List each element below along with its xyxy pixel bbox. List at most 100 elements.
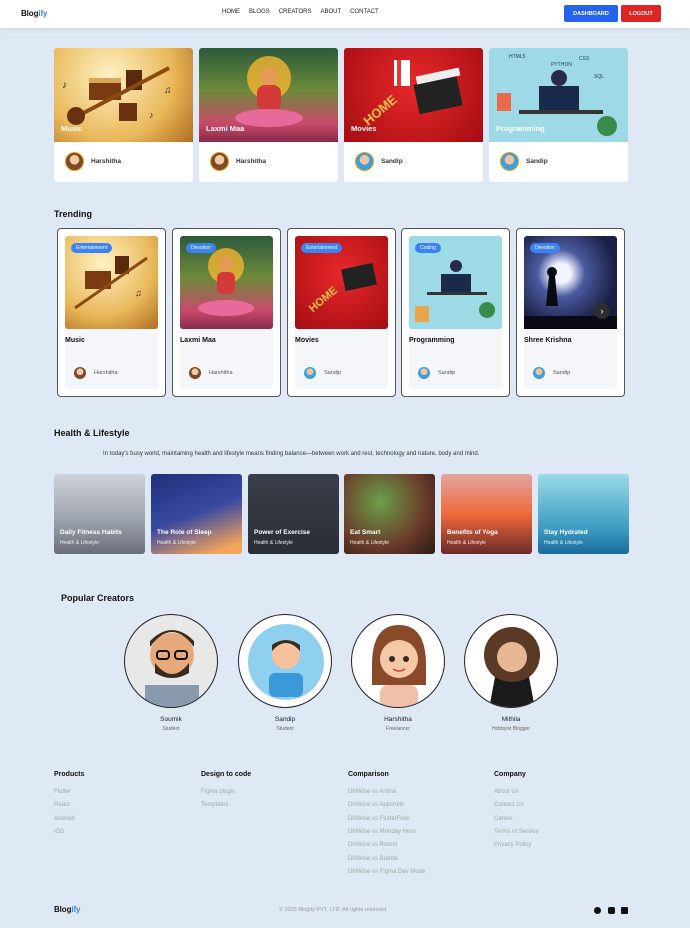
youtube-icon[interactable] [608,907,615,914]
svg-text:HOME: HOME [360,91,400,128]
footer-link[interactable]: Android [54,816,75,822]
creator-name: Sandip [274,716,296,723]
footer-link[interactable]: About Us [494,789,519,795]
footer-link[interactable]: Contact Us [494,802,524,808]
nav-blogs[interactable]: BLOGS [249,9,270,15]
author-avatar [418,367,430,379]
featured-card-movies[interactable]: HOME Movies Sandip [344,48,483,182]
footer-link[interactable]: Templates [201,802,228,808]
trending-card-body: ♫ Entertainment Music Harshitha [65,236,158,389]
footer-link[interactable]: DhiWise vs Anima [348,789,396,795]
footer-link[interactable]: Flutter [54,789,71,795]
author-name: Harshitha [209,370,233,376]
creator-role: Student [276,726,294,732]
featured-card-laxmi[interactable]: Laxmi Maa Harshitha [199,48,338,182]
footer-link[interactable]: Figma plugin [201,789,235,795]
trending-card[interactable]: Coding Programming Sandip [401,228,510,397]
trending-title: Shree Krishna [524,337,572,344]
health-card-title: The Role of Sleep [157,529,212,536]
trending-card-body: HOME Entertainment Movies Sandip [295,236,388,389]
footer-link[interactable]: DhiWise vs Monday Hero [348,829,416,835]
brand-logo[interactable]: Blogify [21,9,48,18]
health-card-subtitle: Health & Lifestyle [447,540,486,546]
footer-link[interactable]: DhiWise vs Retool [348,842,397,848]
next-arrow-icon[interactable]: › [594,303,610,319]
dashboard-button[interactable]: DASHBOARD [564,5,618,22]
svg-text:♫: ♫ [135,288,142,298]
health-card-title: Power of Exercise [254,529,310,536]
footer-link[interactable]: DhiWise vs Bubble [348,856,398,862]
featured-card-music[interactable]: ♪ ♫ ♪ Music Harshitha [54,48,193,182]
nav-contact[interactable]: CONTACT [350,9,379,15]
creator-avatar[interactable] [351,614,445,708]
health-card[interactable]: Eat Smart Health & Lifestyle [344,474,435,554]
author-avatar [74,367,86,379]
svg-text:♪: ♪ [149,110,154,120]
author-avatar [500,152,519,171]
author-name: Harshitha [94,370,118,376]
svg-text:SQL: SQL [594,74,604,80]
trending-card[interactable]: ♫ Entertainment Music Harshitha [57,228,166,397]
footer-heading-design: Design to code [201,771,252,778]
author-avatar [533,367,545,379]
creator-name: Harshitha [384,716,412,723]
nav-home[interactable]: HOME [222,9,240,15]
footer-link[interactable]: DhiWise vs Appsmith [348,802,404,808]
nav-links: HOME BLOGS CREATORS ABOUT CONTACT [222,9,379,15]
github-icon[interactable] [594,907,601,914]
footer-link[interactable]: React [54,802,70,808]
footer-link[interactable]: Privacy Policy [494,842,531,848]
category-tag: Entertainment [301,243,343,253]
trending-card[interactable]: Devotion › Shree Krishna Sandip [516,228,625,397]
creator-avatar[interactable] [464,614,558,708]
featured-card-programming[interactable]: HTML5 CSS PYTHON SQL Programming Sandip [489,48,628,182]
nav-about[interactable]: ABOUT [320,9,341,15]
svg-text:PYTHON: PYTHON [551,62,572,68]
trending-heading: Trending [54,209,92,219]
category-tag: Coding [415,243,441,253]
footer-heading-company: Company [494,771,526,778]
health-card-title: Benefits of Yoga [447,529,498,536]
featured-caption: Programming [496,124,545,133]
creator-avatar[interactable] [124,614,218,708]
footer-link[interactable]: Career [494,816,512,822]
category-tag: Entertainment [71,243,113,253]
category-tag: Devotion [186,243,216,253]
health-card-title: Eat Smart [350,529,381,536]
creator-role: Student [162,726,180,732]
svg-text:CSS: CSS [579,56,590,62]
health-card[interactable]: Stay Hydrated Health & Lifestyle [538,474,629,554]
footer-link[interactable]: DhiWise vs Figma Dev Mode [348,869,425,875]
trending-card[interactable]: Devotion Laxmi Maa Harshitha [172,228,281,397]
svg-text:HOME: HOME [307,285,340,315]
footer-logo[interactable]: Blogify [54,905,81,914]
creator-role: Freelancer [386,726,410,732]
trending-card[interactable]: HOME Entertainment Movies Sandip [287,228,396,397]
footer-heading-products: Products [54,771,85,778]
health-card-subtitle: Health & Lifestyle [254,540,293,546]
linkedin-icon[interactable] [621,907,628,914]
footer-link[interactable]: iOS [54,829,64,835]
copyright: © 2025 Blogify PVT. LTD. All rights rese… [279,907,387,913]
featured-caption: Movies [351,124,377,133]
health-card[interactable]: The Role of Sleep Health & Lifestyle [151,474,242,554]
health-card[interactable]: Benefits of Yoga Health & Lifestyle [441,474,532,554]
health-card[interactable]: Power of Exercise Health & Lifestyle [248,474,339,554]
svg-text:♪: ♪ [62,80,67,91]
creator-name: Soumik [160,716,182,723]
author-name: Sandip [438,370,456,376]
creators-heading: Popular Creators [61,593,135,603]
logout-button[interactable]: LOGOUT [621,5,661,22]
health-card-subtitle: Health & Lifestyle [157,540,196,546]
trending-card-body: Devotion Laxmi Maa Harshitha [180,236,273,389]
footer-heading-comparison: Comparison [348,771,389,778]
health-card-title: Daily Fitness Habits [60,529,122,536]
author-name: Harshitha [236,158,266,165]
nav-creators[interactable]: CREATORS [279,9,312,15]
trending-title: Movies [295,337,319,344]
author-name: Sandip [381,158,403,165]
footer-link[interactable]: DhiWise vs FlutterFlow [348,816,409,822]
footer-link[interactable]: Terms of Service [494,829,539,835]
creator-avatar[interactable] [238,614,332,708]
health-card[interactable]: Daily Fitness Habits Health & Lifestyle [54,474,145,554]
